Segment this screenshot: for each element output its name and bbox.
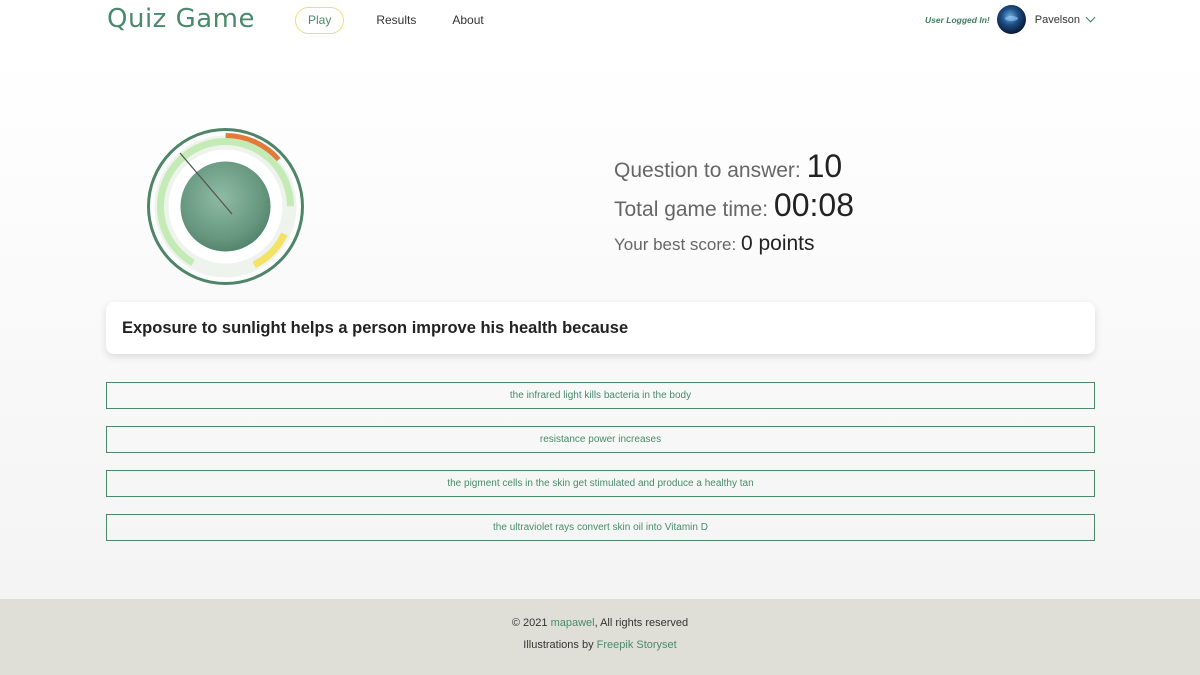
questions-label: Question to answer: xyxy=(614,159,801,182)
question-text: Exposure to sunlight helps a person impr… xyxy=(122,319,629,337)
avatar[interactable] xyxy=(996,5,1026,34)
user-menu[interactable]: User Logged In! Pavelson xyxy=(925,5,1096,34)
best-score: Your best score: 0 points xyxy=(614,232,854,256)
author-link[interactable]: mapawel xyxy=(551,617,595,629)
best-score-label: Your best score: xyxy=(614,235,737,254)
nav-about[interactable]: About xyxy=(438,7,497,34)
footer: © 2021 mapawel, All rights reserved Illu… xyxy=(0,599,1200,675)
nav-results[interactable]: Results xyxy=(362,7,430,34)
rights-text: , All rights reserved xyxy=(594,617,689,629)
questions-value: 10 xyxy=(806,148,843,184)
footer-credits: Illustrations by Freepik Storyset xyxy=(0,639,1200,651)
timer-dial xyxy=(147,128,304,285)
logo[interactable]: Quiz Game xyxy=(107,4,255,34)
answer-button-3[interactable]: the pigment cells in the skin get stimul… xyxy=(106,470,1095,497)
answer-button-1[interactable]: the infrared light kills bacteria in the… xyxy=(106,382,1095,409)
best-score-value: 0 points xyxy=(740,232,815,255)
header: Quiz Game Play Results About User Logged… xyxy=(0,0,1200,40)
nav-play[interactable]: Play xyxy=(295,7,345,34)
time-value: 00:08 xyxy=(773,187,854,223)
illustrations-text: Illustrations by xyxy=(523,639,594,651)
answer-button-4[interactable]: the ultraviolet rays convert skin oil in… xyxy=(106,514,1095,541)
username[interactable]: Pavelson xyxy=(1035,14,1080,26)
time-label: Total game time: xyxy=(614,198,769,221)
answer-button-2[interactable]: resistance power increases xyxy=(106,426,1095,453)
game-time: Total game time: 00:08 xyxy=(614,187,854,224)
chevron-down-icon[interactable] xyxy=(1085,12,1096,23)
question-card: Exposure to sunlight helps a person impr… xyxy=(106,302,1095,354)
game-stats: Question to answer: 10 Total game time: … xyxy=(614,148,854,256)
user-status: User Logged In! xyxy=(925,14,990,25)
footer-copyright: © 2021 mapawel, All rights reserved xyxy=(0,617,1200,629)
questions-remaining: Question to answer: 10 xyxy=(614,148,854,185)
main-nav: Play Results About xyxy=(295,7,506,34)
storyset-link[interactable]: Freepik Storyset xyxy=(597,639,677,651)
copyright-text: © 2021 xyxy=(511,617,548,629)
answers-list: the infrared light kills bacteria in the… xyxy=(106,382,1095,558)
